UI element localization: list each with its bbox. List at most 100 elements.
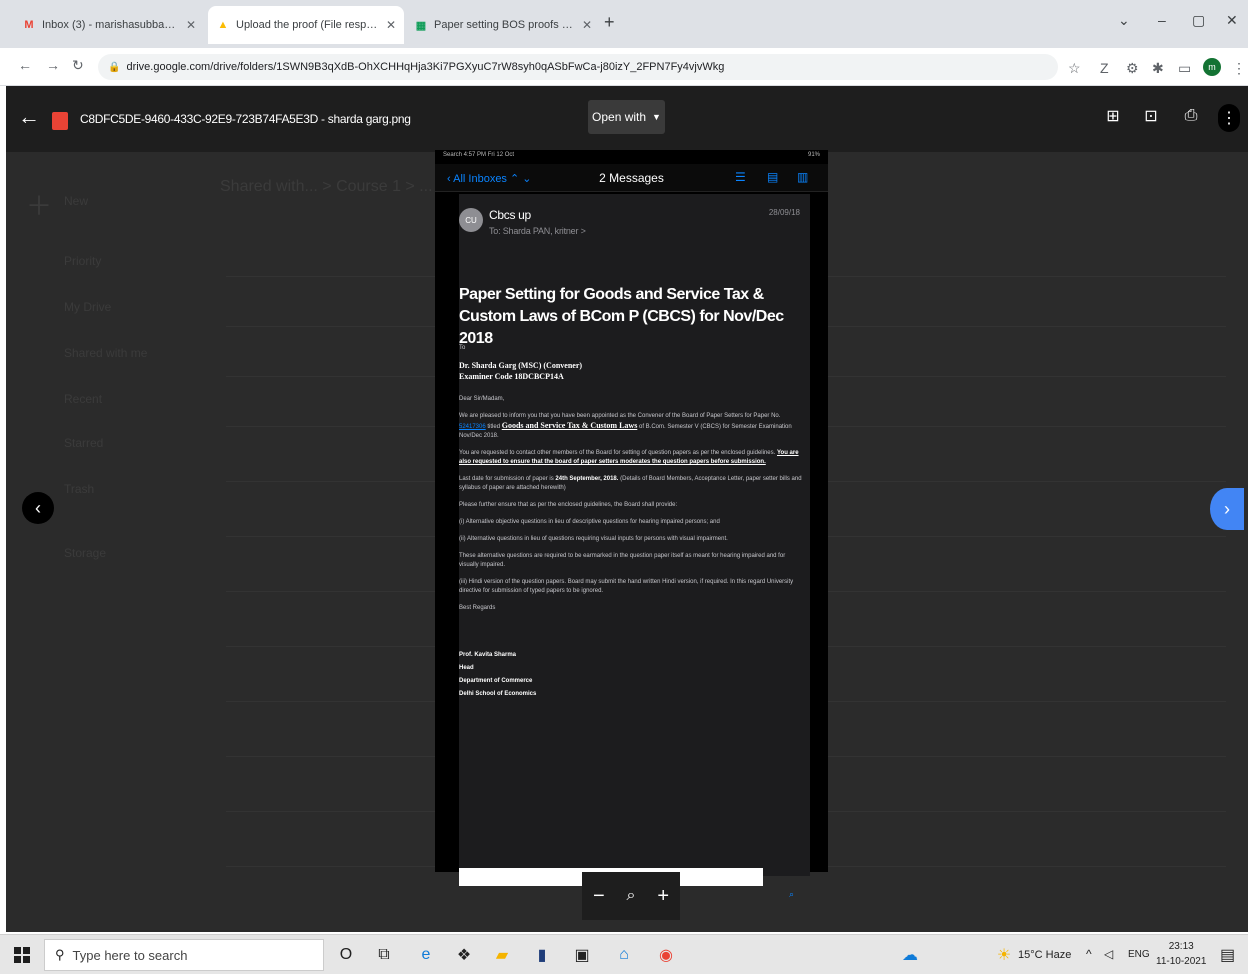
browser-toolbar: ← → ↻ 🔒 drive.google.com/drive/folders/1… — [0, 48, 1248, 86]
minimize-button[interactable]: – — [1158, 12, 1166, 28]
url-text: drive.google.com/drive/folders/1SWN9B3qX… — [126, 61, 725, 73]
signature-title: Head — [459, 665, 474, 671]
list-icon: ☰ — [735, 170, 746, 184]
add-shortcut-icon[interactable]: ⊡ — [1140, 105, 1162, 127]
paper-code-link: 52417306 — [459, 424, 486, 430]
close-window-button[interactable]: ✕ — [1226, 12, 1238, 29]
sidebar-item: Trash — [64, 482, 95, 496]
trash-icon: ▥ — [797, 170, 809, 184]
email-content: CU Cbcs up To: Sharda PAN, kritner > 28/… — [459, 194, 810, 899]
windows-taskbar: ⚲ Type here to search O ⧉ e ❖ ▰ ▮ ▣ ⌂ ◉ … — [0, 934, 1248, 974]
weather-text[interactable]: 15°C Haze — [1018, 949, 1071, 961]
app-icon[interactable]: ❖ — [452, 943, 476, 967]
address-bar[interactable]: 🔒 drive.google.com/drive/folders/1SWN9B3… — [98, 54, 1058, 80]
paragraph-item-3: (iii) Hindi version of the question pape… — [459, 579, 794, 594]
sidebar-item: My Drive — [64, 300, 112, 314]
dropdown-arrow-icon: ▼ — [652, 112, 661, 122]
paragraph-appointment: We are pleased to inform you that you ha… — [459, 412, 804, 441]
print-icon[interactable]: ⎙ — [1180, 105, 1202, 127]
regards: Best Regards — [459, 605, 496, 611]
taskbar-clock[interactable]: 23:13 11-10-2021 — [1156, 939, 1206, 969]
back-arrow-icon[interactable]: ← — [18, 57, 32, 73]
previous-file-button[interactable]: ‹ — [22, 492, 54, 524]
extension-icon[interactable]: Z — [1100, 60, 1109, 76]
all-inboxes-back: ‹ All Inboxes ⌃ ⌄ — [447, 173, 532, 185]
gmail-icon: M — [24, 19, 34, 31]
close-tab-icon[interactable]: ✕ — [186, 18, 196, 32]
google-sheets-icon: ▦ — [415, 19, 427, 32]
paragraph-note: These alternative questions are required… — [459, 553, 786, 568]
paragraph-guidelines: Please further ensure that as per the en… — [459, 502, 678, 508]
reading-list-icon[interactable]: ▭ — [1178, 60, 1191, 77]
google-drive-icon: ▲ — [217, 19, 229, 31]
tab-search-icon[interactable]: ⌄ — [1118, 12, 1130, 29]
greeting: Dear Sir/Madam, — [459, 396, 505, 402]
text: We are pleased to inform you that you ha… — [459, 413, 781, 419]
file-explorer-icon[interactable]: ▰ — [490, 943, 514, 967]
close-tab-icon[interactable]: ✕ — [582, 18, 592, 32]
word-icon[interactable]: ▮ — [530, 943, 554, 967]
zoom-out-button[interactable]: − — [593, 885, 605, 908]
weather-icon[interactable]: ☀ — [992, 943, 1016, 967]
deadline-date: 24th September, 2018. — [555, 476, 619, 482]
email-body: To Dr. Sharda Garg (MSC) (Convener) Exam… — [459, 344, 804, 707]
extension-icon[interactable]: ⚙ — [1126, 60, 1139, 77]
reload-icon[interactable]: ↻ — [72, 57, 84, 74]
maximize-button[interactable]: ▢ — [1192, 12, 1205, 29]
sidebar-item: Shared with me — [64, 346, 148, 360]
browser-tab-strip: M Inbox (3) - marishasubba@ms... ✕ ▲ Upl… — [0, 0, 1248, 48]
sidebar-item: Priority — [64, 254, 102, 268]
zoom-control: − ⌕ + — [582, 872, 680, 920]
forward-arrow-icon[interactable]: → — [46, 57, 60, 73]
tray-chevron-icon[interactable]: ^ — [1086, 947, 1092, 961]
next-file-button[interactable]: › — [1210, 488, 1244, 530]
language-indicator[interactable]: ENG — [1128, 949, 1150, 960]
text: titled — [487, 424, 501, 430]
close-viewer-back-icon[interactable]: ← — [18, 104, 40, 130]
clock-time: 23:13 — [1168, 941, 1194, 952]
search-icon: ⌕ — [788, 889, 794, 899]
email-subject: Paper Setting for Goods and Service Tax … — [459, 286, 784, 347]
profile-avatar[interactable]: m — [1203, 58, 1221, 76]
add-to-drive-icon[interactable]: ⊞ — [1102, 105, 1124, 127]
windows-start-icon[interactable] — [14, 947, 30, 963]
new-button-label: New — [64, 194, 89, 208]
chrome-icon[interactable]: ◉ — [654, 943, 678, 967]
tab-title: Paper setting BOS proofs (Resp... — [434, 19, 576, 31]
sidebar-item: Starred — [64, 436, 104, 450]
volume-icon[interactable]: ◁ — [1104, 947, 1113, 961]
text: Last date for submission of paper is — [459, 476, 554, 482]
tab-gmail-inbox[interactable]: M Inbox (3) - marishasubba@ms... ✕ — [14, 6, 204, 44]
all-inboxes-label: All Inboxes — [453, 173, 507, 185]
new-tab-button[interactable]: + — [604, 12, 615, 33]
tab-upload-proof[interactable]: ▲ Upload the proof (File responses... ✕ — [208, 6, 404, 44]
extensions-puzzle-icon[interactable]: ✱ — [1152, 60, 1164, 77]
sender-avatar: CU — [459, 208, 483, 232]
phone-status-bar-right: 91% — [807, 152, 820, 158]
taskbar-search-box[interactable]: ⚲ Type here to search — [44, 939, 324, 971]
mail-icon[interactable]: ⌂ — [612, 943, 636, 967]
browser-menu-icon[interactable]: ⋮ — [1232, 60, 1246, 77]
text: You are requested to contact other membe… — [459, 450, 776, 456]
tab-title: Upload the proof (File responses... — [236, 19, 380, 31]
paragraph-item-2: (ii) Alternative questions in lieu of qu… — [459, 536, 728, 542]
more-actions-icon[interactable]: ⋮ — [1218, 104, 1240, 132]
viewer-filename: C8DFC5DE-9460-433C-92E9-723B74FA5E3D - s… — [80, 112, 411, 126]
sidebar-item: Recent — [64, 392, 103, 406]
open-with-button[interactable]: Open with ▼ — [588, 100, 665, 134]
tab-paper-setting-sheet[interactable]: ▦ Paper setting BOS proofs (Resp... ✕ — [406, 6, 600, 44]
onedrive-icon[interactable]: ☁ — [898, 943, 922, 967]
cortana-icon[interactable]: O — [334, 943, 358, 967]
edge-browser-icon[interactable]: e — [414, 943, 438, 967]
email-recipients: To: Sharda PAN, kritner > — [489, 226, 586, 236]
zoom-magnifier-icon[interactable]: ⌕ — [627, 887, 636, 905]
close-tab-icon[interactable]: ✕ — [386, 18, 396, 32]
zoom-in-button[interactable]: + — [657, 885, 669, 908]
store-icon[interactable]: ▣ — [570, 943, 594, 967]
paragraph-contact: You are requested to contact other membe… — [459, 449, 804, 467]
bookmark-star-icon[interactable]: ☆ — [1068, 60, 1081, 77]
task-view-icon[interactable]: ⧉ — [372, 943, 396, 967]
notification-icon[interactable]: ▤ — [1220, 945, 1235, 965]
tab-title: Inbox (3) - marishasubba@ms... — [42, 19, 180, 31]
phone-status-bar-left: Search 4:57 PM Fri 12 Oct — [443, 152, 515, 158]
